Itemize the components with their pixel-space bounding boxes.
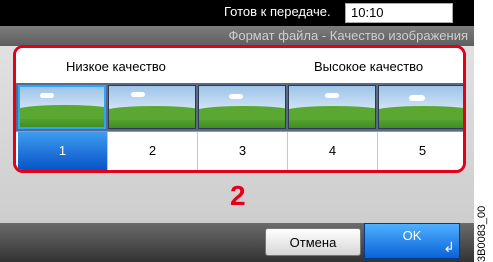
quality-thumbnail-row — [16, 83, 463, 131]
quality-level-4-label: 4 — [328, 143, 337, 158]
quality-level-1-label: 1 — [58, 143, 67, 158]
quality-thumbnail-4[interactable] — [288, 85, 376, 129]
page-title: Формат файла - Качество изображения — [228, 28, 468, 43]
image-code: 3B0083_00 — [476, 205, 488, 262]
cancel-button[interactable]: Отмена — [265, 228, 361, 256]
clock-box: 10:10 — [345, 3, 453, 23]
quality-level-row: 1 2 3 4 5 — [16, 131, 463, 170]
quality-level-5-label: 5 — [418, 143, 427, 158]
quality-level-5-button[interactable]: 5 — [378, 132, 463, 170]
quality-level-4-button[interactable]: 4 — [288, 132, 378, 170]
quality-header-row: Низкое качество Высокое качество — [16, 48, 463, 83]
quality-level-1-button[interactable]: 1 — [18, 132, 108, 170]
cancel-button-label: Отмена — [289, 235, 337, 250]
title-bar: Формат файла - Качество изображения — [0, 26, 474, 46]
low-quality-label: Низкое качество — [66, 59, 166, 74]
callout-number: 2 — [230, 180, 246, 211]
device-screen: Готов к передаче. 10:10 Формат файла - К… — [0, 0, 474, 262]
enter-icon: ↲ — [443, 239, 455, 255]
quality-level-3-button[interactable]: 3 — [198, 132, 288, 170]
quality-panel: Низкое качество Высокое качество 1 2 3 4… — [13, 45, 466, 173]
high-quality-label: Высокое качество — [314, 59, 424, 74]
quality-thumbnail-5[interactable] — [378, 85, 463, 129]
quality-level-2-label: 2 — [148, 143, 157, 158]
clock-time: 10:10 — [351, 5, 384, 20]
quality-level-3-label: 3 — [238, 143, 247, 158]
ok-button[interactable]: OK ↲ — [364, 223, 460, 259]
status-bar: Готов к передаче. 10:10 — [0, 0, 474, 26]
status-message: Готов к передаче. — [224, 4, 331, 19]
quality-level-2-button[interactable]: 2 — [108, 132, 198, 170]
quality-thumbnail-1[interactable] — [18, 85, 106, 129]
quality-thumbnail-2[interactable] — [108, 85, 196, 129]
quality-thumbnail-3[interactable] — [198, 85, 286, 129]
